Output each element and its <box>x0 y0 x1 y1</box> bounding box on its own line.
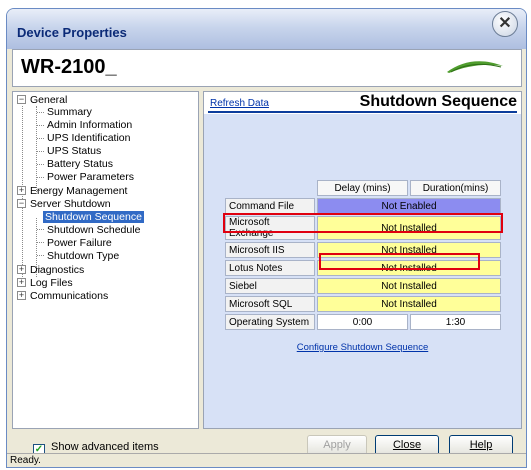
row-value[interactable]: Not Enabled <box>317 198 501 214</box>
collapse-icon[interactable]: − <box>17 95 26 104</box>
refresh-data-link[interactable]: Refresh Data <box>210 98 269 109</box>
column-header-delay: Delay (mins) <box>317 180 408 196</box>
tree-item-admin-information[interactable]: Admin Information <box>45 119 134 132</box>
navigation-tree: − General Summary Admin Information UPS I… <box>12 91 199 429</box>
tree-item-shutdown-sequence[interactable]: Shutdown Sequence <box>43 211 144 224</box>
expand-icon[interactable]: + <box>17 186 26 195</box>
tree-item-diagnostics[interactable]: + Diagnostics <box>17 264 86 277</box>
row-value[interactable]: Not Installed <box>317 296 501 312</box>
column-header-duration: Duration(mins) <box>410 180 501 196</box>
table-header-row: Delay (mins) Duration(mins) <box>225 180 501 196</box>
row-label: Microsoft SQL <box>225 296 315 312</box>
row-duration-value[interactable]: 1:30 <box>410 314 501 330</box>
status-text: Ready. <box>10 455 41 466</box>
table-row[interactable]: Command File Not Enabled <box>225 198 501 214</box>
title-bar: Device Properties ✕ <box>7 9 526 49</box>
row-label: Microsoft IIS <box>225 242 315 258</box>
tree-item-shutdown-type[interactable]: Shutdown Type <box>45 250 121 263</box>
configure-shutdown-sequence-link[interactable]: Configure Shutdown Sequence <box>204 342 521 353</box>
row-label: Command File <box>225 198 315 214</box>
device-header: WR-2100_ <box>12 49 522 87</box>
expand-icon[interactable]: + <box>17 278 26 287</box>
brand-swoosh-logo <box>447 61 503 73</box>
table-row[interactable]: Operating System 0:00 1:30 <box>225 314 501 330</box>
window-title: Device Properties <box>17 25 127 40</box>
tree-item-battery-status[interactable]: Battery Status <box>45 158 115 171</box>
table-row[interactable]: Siebel Not Installed <box>225 278 501 294</box>
tree-item-log-files[interactable]: + Log Files <box>17 277 75 290</box>
device-properties-window: Device Properties ✕ WR-2100_ − General Su… <box>6 8 527 468</box>
expand-icon[interactable]: + <box>17 265 26 274</box>
panel-title: Shutdown Sequence <box>359 93 517 110</box>
row-delay-value[interactable]: 0:00 <box>317 314 408 330</box>
row-label: Lotus Notes <box>225 260 315 276</box>
tree-item-ups-identification[interactable]: UPS Identification <box>45 132 132 145</box>
close-window-button[interactable]: ✕ <box>492 11 518 37</box>
highlight-box <box>223 213 503 233</box>
tree-item-shutdown-schedule[interactable]: Shutdown Schedule <box>45 224 142 237</box>
tree-item-power-parameters[interactable]: Power Parameters <box>45 171 136 184</box>
tree-item-power-failure[interactable]: Power Failure <box>45 237 114 250</box>
tree-item-summary[interactable]: Summary <box>45 106 94 119</box>
tree-item-energy-management[interactable]: + Energy Management <box>17 185 129 198</box>
table-row[interactable]: Microsoft SQL Not Installed <box>225 296 501 312</box>
row-label: Siebel <box>225 278 315 294</box>
header-divider <box>208 111 517 113</box>
highlight-box <box>319 253 480 270</box>
row-label: Operating System <box>225 314 315 330</box>
device-model-name: WR-2100_ <box>21 56 117 78</box>
status-bar: Ready. <box>7 453 526 467</box>
panel-header: Refresh Data Shutdown Sequence <box>204 92 521 114</box>
row-value[interactable]: Not Installed <box>317 278 501 294</box>
tree-item-ups-status[interactable]: UPS Status <box>45 145 103 158</box>
expand-icon[interactable]: + <box>17 291 26 300</box>
tree-item-communications[interactable]: + Communications <box>17 290 110 303</box>
tree-item-server-shutdown[interactable]: − Server Shutdown <box>17 198 113 211</box>
collapse-icon[interactable]: − <box>17 199 26 208</box>
